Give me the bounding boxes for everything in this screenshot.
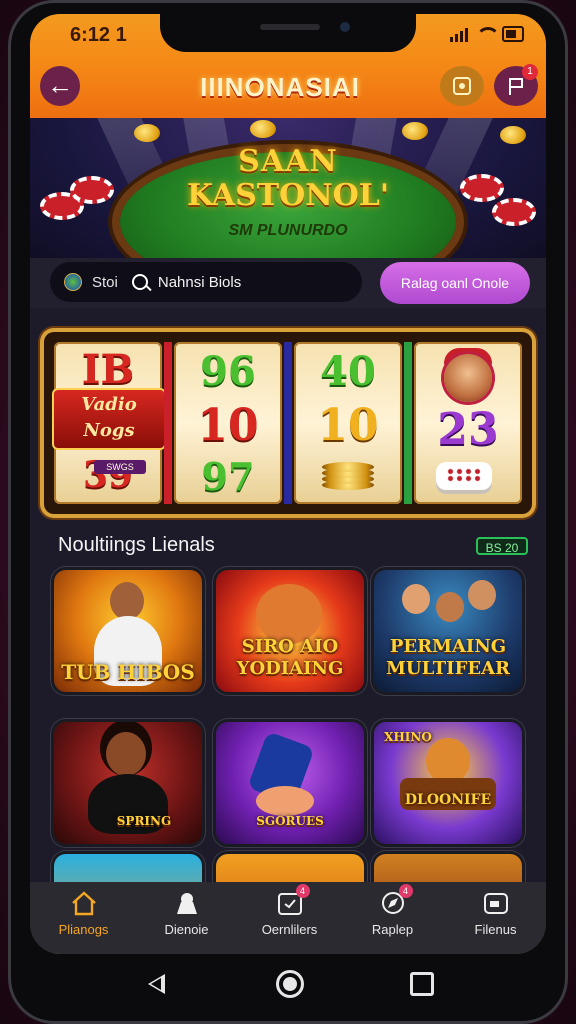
player-avatar-icon <box>444 354 492 402</box>
hero-title-line2: KASTONOL' <box>186 178 390 213</box>
status-time: 6:12 1 <box>70 24 127 46</box>
section-badge[interactable]: BS 20 <box>476 537 528 555</box>
game-card[interactable]: XHINO DLOONIFE <box>374 722 522 844</box>
hero-subtitle: SM PLUNURDO <box>228 222 348 239</box>
back-button[interactable]: ← <box>40 66 80 106</box>
game-title-line1: PERMAING <box>389 636 507 657</box>
reel1-badge: SWGS <box>94 460 146 474</box>
tab-label: Dienoie <box>164 922 209 937</box>
slot-machine[interactable]: IB 39 SWGS Vadio Nogs 96 10 97 40 10 23 <box>44 332 532 514</box>
game-card[interactable]: SIRO AIO YODIAING <box>216 570 364 692</box>
signal-icon <box>450 26 468 42</box>
bag-icon <box>173 890 201 916</box>
flag-icon <box>509 78 523 95</box>
promo-button[interactable]: Ralag oanl Onole <box>380 262 530 304</box>
nav-recents-icon[interactable] <box>410 972 434 996</box>
android-nav-bar <box>8 954 568 1024</box>
nav-back-icon[interactable] <box>148 974 165 994</box>
coupon-icon <box>453 77 471 95</box>
hero-banner[interactable]: SAAN KASTONOL' SM PLUNURDO <box>30 118 546 266</box>
game-card[interactable]: SGORUES <box>216 722 364 844</box>
reel-2: 96 10 97 <box>174 342 282 504</box>
tab-store[interactable]: Dienoie <box>135 890 238 937</box>
dice-icon <box>436 462 492 494</box>
compass-icon: 4 <box>379 884 413 916</box>
game-title: SPRING <box>116 814 172 828</box>
globe-icon <box>64 273 82 291</box>
game-title: SGORUES <box>256 814 324 828</box>
notification-badge: 1 <box>522 64 538 80</box>
wallet-icon <box>482 890 510 916</box>
game-title: DLOONIFE <box>404 792 492 808</box>
search-input[interactable]: Stoi Nahnsi Biols <box>50 262 362 302</box>
app-screen: 6:12 1 ← IIINONASIAI 1 SAAN KASTONOL' SM… <box>30 14 546 954</box>
wifi-icon <box>476 27 500 41</box>
reel3-top-symbol: 40 <box>320 348 376 395</box>
search-row: Stoi Nahnsi Biols Ralag oanl Onole <box>30 258 546 308</box>
game-card[interactable]: SPRING <box>54 722 202 844</box>
tab-label: Raplep <box>371 922 414 937</box>
app-header: ← IIINONASIAI 1 <box>30 62 546 118</box>
reel-3: 40 10 <box>294 342 402 504</box>
app-title: IIINONASIAI <box>200 72 360 102</box>
bottom-tab-bar: Plianogs Dienoie 4 Oernlilers 4 Raplep F… <box>30 882 546 954</box>
tab-offers[interactable]: 4 Oernlilers <box>238 884 341 937</box>
search-text: Nahnsi Biols <box>157 273 242 291</box>
camera-notch <box>160 14 416 52</box>
tab-badge: 4 <box>295 884 310 898</box>
ticket-icon: 4 <box>276 884 310 916</box>
reel2-mid-symbol: 10 <box>197 400 259 451</box>
coin-stack-icon <box>322 462 374 490</box>
battery-icon <box>502 26 524 42</box>
banner-line2: Nogs <box>83 420 135 441</box>
game-title: TUB HIBOS <box>61 660 195 684</box>
banner-line1: Vadio <box>81 394 137 415</box>
game-title-line1: SIRO AIO <box>241 636 339 657</box>
game-title-line2: YODIAING <box>236 658 344 679</box>
phone-frame: 6:12 1 ← IIINONASIAI 1 SAAN KASTONOL' SM… <box>8 0 568 1024</box>
search-prefix: Stoi <box>92 273 118 291</box>
tab-badge: 4 <box>398 884 413 898</box>
reel1-top-symbol: IB <box>81 346 135 393</box>
tab-explore[interactable]: 4 Raplep <box>341 884 444 937</box>
reel3-mid-symbol: 10 <box>317 400 379 451</box>
vadio-banner: Vadio Nogs <box>54 390 164 448</box>
tab-wallet[interactable]: Filenus <box>444 890 546 937</box>
tab-label: Plianogs <box>58 922 109 937</box>
notifications-button[interactable]: 1 <box>494 64 538 106</box>
reel2-top-symbol: 96 <box>200 348 256 395</box>
system-icons <box>450 26 524 42</box>
home-icon <box>70 890 98 916</box>
game-card[interactable]: TUB HIBOS <box>54 570 202 692</box>
tab-label: Oernlilers <box>261 922 318 937</box>
reel-4: 23 <box>414 342 522 504</box>
hero-title-line1: SAAN <box>238 144 338 179</box>
arrow-left-icon: ← <box>47 70 73 100</box>
reel4-mid-symbol: 23 <box>437 404 499 455</box>
search-icon <box>131 274 148 290</box>
tab-home[interactable]: Plianogs <box>32 890 135 937</box>
tab-label: Filenus <box>474 922 517 937</box>
game-title-line2: MULTIFEAR <box>385 658 511 679</box>
gift-button[interactable] <box>440 66 484 106</box>
game-subtitle: XHINO <box>384 730 432 744</box>
game-card[interactable]: PERMAING MULTIFEAR <box>374 570 522 692</box>
reel2-bottom-symbol: 97 <box>201 454 255 499</box>
nav-home-icon[interactable] <box>276 970 304 998</box>
section-title: Noultiings Lienals <box>58 534 215 556</box>
